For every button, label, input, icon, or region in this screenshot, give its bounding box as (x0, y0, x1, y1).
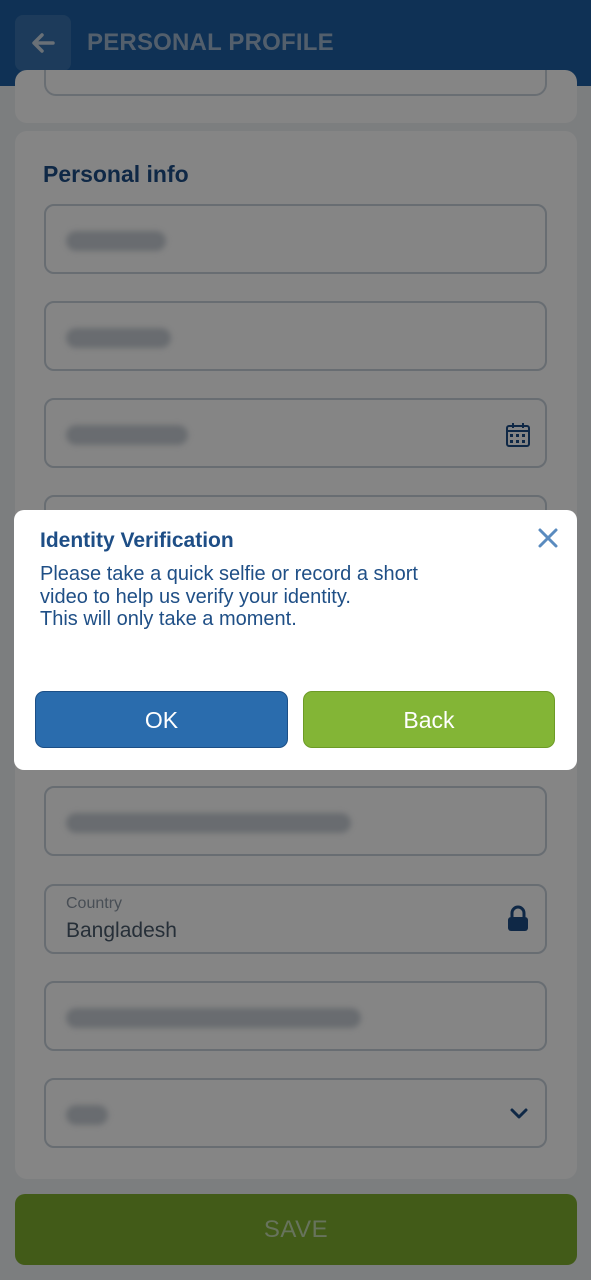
dialog-title: Identity Verification (40, 529, 234, 552)
identity-verification-dialog: Identity Verification Please take a quic… (14, 510, 577, 770)
dialog-message: Please take a quick selfie or record a s… (40, 563, 418, 630)
back-action-button[interactable]: Back (303, 691, 555, 748)
close-icon[interactable] (536, 526, 560, 550)
ok-button[interactable]: OK (35, 691, 288, 748)
